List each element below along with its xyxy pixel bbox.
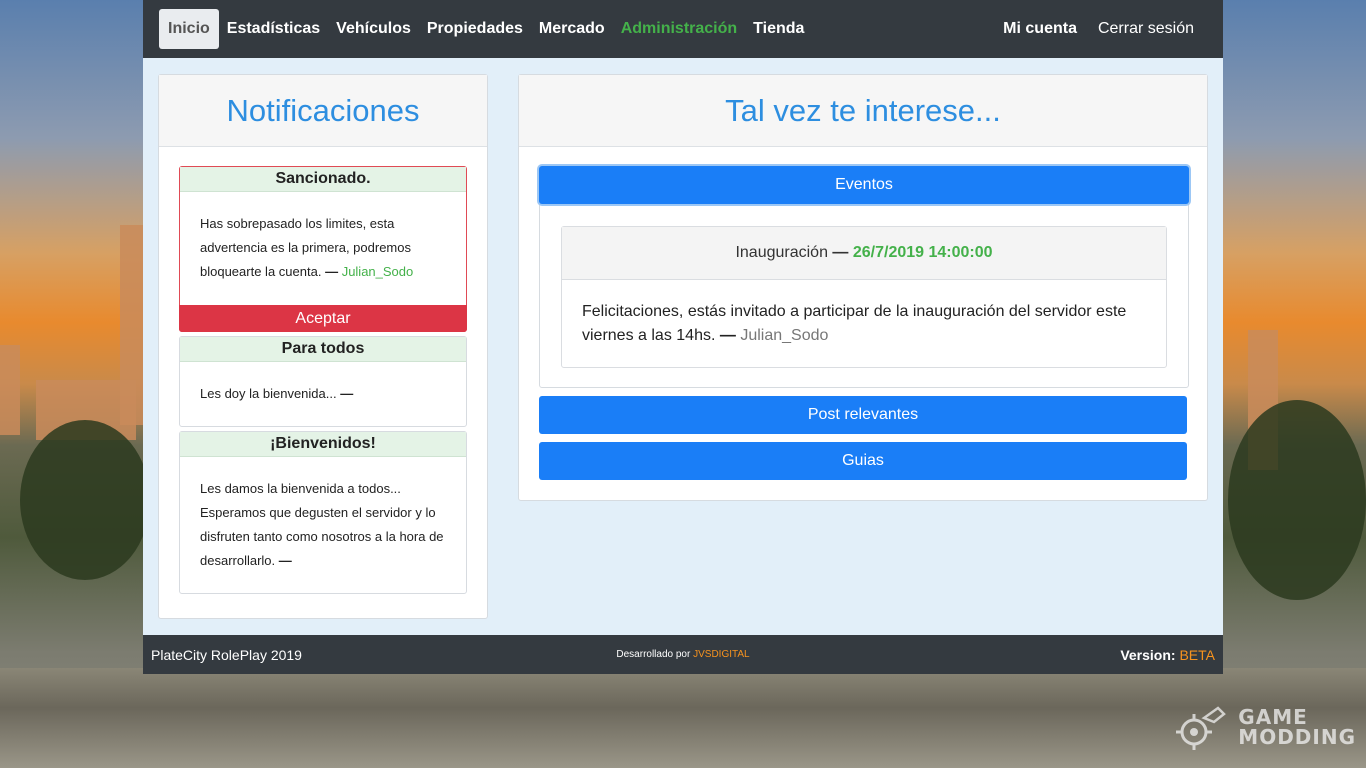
interest-title: Tal vez te interese... [725, 92, 1001, 128]
event-author-dash: — [719, 327, 736, 344]
gear-robot-icon [1176, 706, 1227, 750]
notification-dash: — [325, 264, 339, 279]
relevant-posts-button[interactable]: Post relevantes [539, 396, 1187, 434]
background-tree [20, 420, 150, 580]
notification-sancionado: Sancionado. Has sobrepasado los limites,… [179, 166, 467, 332]
footer-version-value: BETA [1179, 646, 1215, 663]
notifications-header: Notificaciones [159, 75, 487, 147]
event-date: 26/7/2019 14:00:00 [852, 244, 993, 261]
notification-body: Has sobrepasado los limites, esta advert… [180, 192, 466, 284]
watermark-text: GAME MODDING [1238, 707, 1356, 747]
events-button[interactable]: Eventos [539, 166, 1189, 204]
footer-dev-prefix: Desarrollado por [616, 649, 691, 660]
nav-item-propiedades[interactable]: Propiedades [427, 20, 523, 38]
nav-item-vehiculos[interactable]: Vehículos [336, 20, 411, 38]
nav-item-tienda[interactable]: Tienda [753, 20, 804, 38]
notification-bienvenidos: ¡Bienvenidos! Les damos la bienvenida a … [179, 431, 467, 594]
interest-card: Tal vez te interese... Eventos Inaugurac… [518, 74, 1208, 501]
notification-para-todos: Para todos Les doy la bienvenida... — [179, 336, 467, 427]
nav-item-mercado[interactable]: Mercado [539, 20, 605, 38]
footer-copyright: PlateCity RolePlay 2019 [151, 646, 302, 663]
notification-dash: — [340, 386, 354, 401]
my-account-link[interactable]: Mi cuenta [1003, 20, 1077, 38]
events-panel: Eventos Inauguración — 26/7/2019 14:00:0… [539, 166, 1189, 388]
notifications-title: Notificaciones [226, 92, 420, 128]
notification-body: Les doy la bienvenida... — [180, 362, 466, 406]
notification-text: Les doy la bienvenida... [200, 386, 337, 401]
background-ground [0, 668, 1366, 768]
footer: PlateCity RolePlay 2019 Desarrollado por… [143, 635, 1223, 674]
interest-header: Tal vez te interese... [519, 75, 1207, 147]
event-card: Inauguración — 26/7/2019 14:00:00 Felici… [561, 226, 1167, 368]
notification-text: Les damos la bienvenida a todos... Esper… [200, 481, 444, 568]
nav-item-administracion[interactable]: Administración [621, 20, 737, 38]
notification-body: Les damos la bienvenida a todos... Esper… [180, 457, 466, 573]
nav-item-estadisticas[interactable]: Estadísticas [227, 20, 320, 38]
watermark: GAME MODDING [1174, 704, 1356, 750]
footer-version: Version: BETA [1120, 647, 1215, 663]
event-body: Felicitaciones, estás invitado a partici… [562, 280, 1166, 368]
notification-author: Julian_Sodo [341, 264, 414, 279]
notification-title: Para todos [180, 337, 466, 362]
accept-button[interactable]: Aceptar [179, 305, 467, 332]
logout-link[interactable]: Cerrar sesión [1098, 20, 1194, 38]
notifications-card: Notificaciones Sancionado. Has sobrepasa… [158, 74, 488, 619]
watermark-line1: GAME [1238, 705, 1308, 729]
nav-right-group: Mi cuenta Cerrar sesión [982, 20, 1207, 38]
background-building [0, 345, 20, 435]
watermark-line2: MODDING [1238, 725, 1356, 749]
guides-button[interactable]: Guias [539, 442, 1187, 480]
event-name: Inauguración [735, 244, 828, 261]
footer-developer: Desarrollado por JVSDIGITAL [143, 649, 1223, 660]
footer-version-label: Version: [1120, 646, 1176, 663]
notification-title: ¡Bienvenidos! [180, 432, 466, 457]
background-tree [1228, 400, 1366, 600]
page-container: Inicio Estadísticas Vehículos Propiedade… [143, 0, 1223, 674]
notification-title: Sancionado. [180, 167, 466, 192]
event-text: Felicitaciones, estás invitado a partici… [582, 303, 1127, 344]
notification-dash: — [278, 553, 292, 568]
event-author: Julian_Sodo [740, 327, 829, 344]
event-dash: — [832, 244, 849, 261]
footer-dev-link[interactable]: JVSDIGITAL [693, 649, 750, 660]
top-navbar: Inicio Estadísticas Vehículos Propiedade… [143, 0, 1223, 58]
event-header: Inauguración — 26/7/2019 14:00:00 [562, 227, 1166, 280]
nav-item-inicio[interactable]: Inicio [159, 9, 219, 49]
